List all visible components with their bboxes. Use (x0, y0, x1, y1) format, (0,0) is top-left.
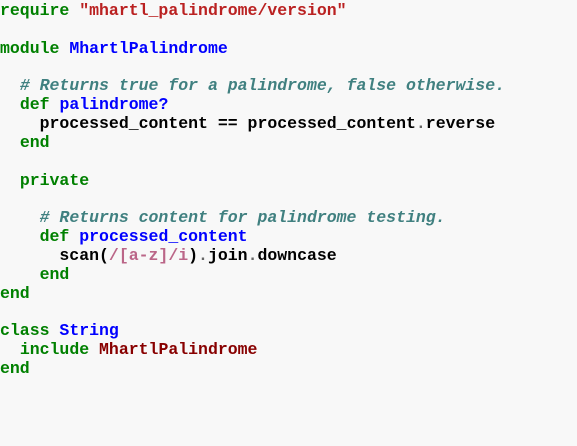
code-token-keyword: include (19, 340, 90, 360)
code-token-dot: . (415, 114, 426, 134)
code-token-plain: downcase (257, 245, 337, 265)
code-token-const: MhartlPalindrome (99, 340, 258, 360)
code-token-plain: ) (188, 245, 199, 265)
code-token-func: palindrome? (59, 95, 169, 115)
code-token-keyword: def (39, 227, 70, 247)
code-token-keyword: end (39, 264, 70, 284)
code-token-regex: /[a-z]/i (108, 245, 189, 265)
code-token-keyword: require (0, 1, 70, 20)
code-token-dot: . (198, 245, 208, 265)
code-token-plain: scan( (0, 245, 109, 265)
code-block: require "mhartl_palindrome/version" modu… (0, 0, 577, 446)
code-token-plain: processed_content (0, 114, 218, 134)
code-line: end (0, 358, 577, 381)
code-token-comment: # Returns true for a palindrome, false o… (19, 76, 505, 96)
code-token-keyword: end (0, 283, 30, 303)
code-token-string: "mhartl_palindrome/version" (79, 1, 347, 20)
code-token-keyword: private (19, 170, 90, 190)
code-token-plain: reverse (425, 114, 496, 134)
code-token-plain: join (207, 245, 248, 265)
code-token-keyword: end (0, 359, 30, 379)
code-token-comment: # Returns content for palindrome testing… (39, 208, 446, 228)
code-token-class: String (59, 321, 119, 341)
code-token-plain: processed_content (237, 114, 416, 134)
code-token-dot: . (247, 245, 258, 265)
code-token-keyword: class (0, 321, 50, 341)
code-token-keyword: def (19, 95, 50, 115)
code-token-module: MhartlPalindrome (69, 38, 228, 58)
code-token-func: processed_content (79, 227, 248, 247)
code-token-keyword: end (19, 132, 50, 152)
code-token-keyword: module (0, 38, 60, 58)
code-token-op: == (217, 114, 238, 134)
